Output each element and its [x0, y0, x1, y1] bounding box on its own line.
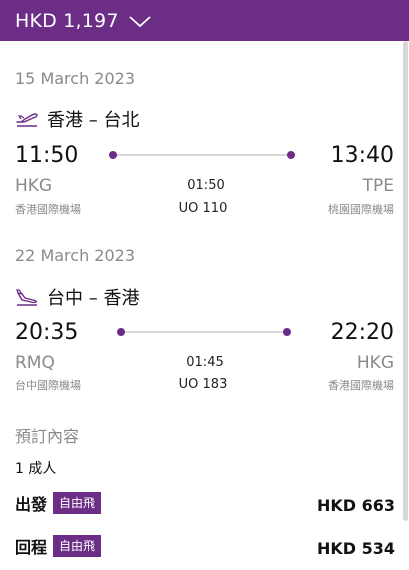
outbound-route-text: 香港 – 台北 [47, 110, 140, 131]
inbound-depart-airport: 台中國際機場 [15, 379, 81, 392]
outbound-fare-row: 出發 自由飛 [15, 491, 102, 515]
inbound-route: 台中 – 香港 [15, 284, 139, 310]
return-fare-price: HKD 534 [316, 539, 395, 558]
outbound-fare-badge: 自由飛 [53, 492, 102, 514]
outbound-date: 15 March 2023 [15, 69, 136, 88]
inbound-duration: 01:45 [186, 355, 224, 370]
inbound-depart-dot [117, 328, 125, 336]
scrollbar[interactable] [403, 41, 408, 521]
outbound-duration: 01:50 [187, 178, 225, 193]
inbound-arrive-time: 22:20 [330, 320, 394, 345]
outbound-fare-price: HKD 663 [316, 496, 395, 515]
inbound-flight-line [122, 331, 287, 333]
outbound-depart-time: 11:50 [15, 143, 79, 168]
outbound-depart-code: HKG [15, 176, 53, 196]
return-fare-label: 回程 [15, 538, 48, 557]
plane-takeoff-icon [16, 113, 38, 127]
outbound-flight-number: UO 110 [178, 201, 228, 216]
inbound-date: 22 March 2023 [15, 246, 136, 265]
outbound-depart-airport: 香港國際機場 [15, 203, 81, 216]
inbound-arrive-code: HKG [356, 353, 394, 373]
chevron-down-icon [129, 15, 151, 27]
inbound-flight-number: UO 183 [178, 377, 228, 392]
inbound-arrive-airport: 香港國際機場 [328, 379, 394, 392]
price-toggle[interactable]: HKD 1,197 [15, 10, 151, 32]
passenger-count: 1 成人 [15, 461, 57, 477]
outbound-route: 香港 – 台北 [15, 106, 139, 132]
outbound-arrive-time: 13:40 [330, 143, 394, 168]
inbound-depart-time: 20:35 [15, 320, 79, 345]
inbound-arrive-dot [283, 328, 291, 336]
outbound-arrive-code: TPE [362, 176, 394, 196]
return-fare-row: 回程 自由飛 [15, 534, 102, 558]
outbound-depart-dot [109, 151, 117, 159]
total-price: HKD 1,197 [15, 9, 119, 32]
outbound-flight-line [114, 154, 290, 156]
outbound-arrive-airport: 桃園國際機場 [328, 203, 394, 216]
inbound-depart-code: RMQ [15, 353, 55, 373]
plane-landing-icon [16, 289, 37, 306]
outbound-fare-label: 出發 [15, 495, 48, 514]
price-header: HKD 1,197 [0, 0, 409, 41]
inbound-route-text: 台中 – 香港 [47, 288, 140, 309]
booking-details-title: 預訂內容 [15, 427, 80, 446]
booking-summary-page: HKD 1,197 15 March 2023 香港 – 台北 11:50 13… [0, 0, 409, 570]
return-fare-badge: 自由飛 [53, 535, 102, 557]
outbound-arrive-dot [287, 151, 295, 159]
